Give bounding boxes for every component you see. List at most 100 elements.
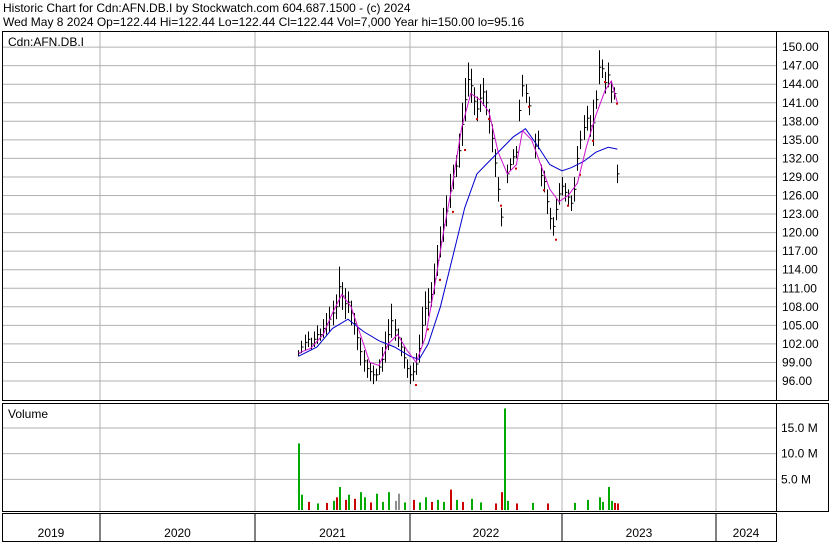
volume-bar [501, 492, 503, 510]
price-tick-label: 99.00 [782, 355, 812, 369]
price-marker [567, 204, 569, 207]
volume-bar [354, 498, 356, 510]
price-marker [488, 118, 490, 121]
volume-bar [364, 497, 366, 510]
price-marker [616, 102, 618, 105]
volume-bars [298, 408, 619, 510]
price-tick-label: 105.00 [782, 318, 819, 332]
price-marker [555, 238, 557, 241]
volume-bar [398, 493, 400, 510]
volume-tick-label: 10.0 M [781, 447, 818, 461]
volume-bar [345, 499, 347, 510]
price-marker [452, 210, 454, 213]
price-marker [439, 278, 441, 281]
price-marker [476, 118, 478, 121]
price-marker [604, 81, 606, 84]
price-tick-label: 150.00 [782, 40, 819, 54]
price-tick-label: 114.00 [782, 263, 818, 277]
volume-panel-frame [2, 403, 829, 512]
year-tick-label: 2022 [473, 526, 500, 540]
volume-bar [504, 408, 506, 510]
year-grid [99, 31, 717, 541]
price-tick-label: 111.00 [782, 281, 817, 295]
volume-panel-title: Volume [8, 407, 48, 421]
price-tick-label: 147.00 [782, 59, 819, 73]
volume-bar [370, 502, 372, 510]
volume-bar [326, 502, 328, 510]
year-tick-label: 2019 [38, 526, 65, 540]
price-tick-label: 126.00 [782, 189, 819, 203]
price-marker [515, 167, 517, 170]
volume-bar [425, 497, 427, 510]
volume-tick-label: 5.0 M [781, 472, 811, 486]
volume-bar [339, 487, 341, 510]
price-marker [500, 204, 502, 207]
volume-bar [608, 487, 610, 510]
volume-bar [456, 499, 458, 510]
price-tick-label: 132.00 [782, 151, 819, 165]
volume-bar [611, 500, 613, 510]
price-tick-label: 117.00 [782, 244, 818, 258]
moving-averages [298, 79, 618, 367]
moving-average-short-line [298, 79, 618, 367]
year-tick-label: 2024 [733, 526, 760, 540]
volume-bar [388, 492, 390, 510]
volume-bar [395, 500, 397, 510]
stock-chart: 96.00 99.00 102.00 105.00 108.00 111.00 114.00… [2, 31, 829, 542]
volume-bar [360, 492, 362, 510]
volume-bar [336, 497, 338, 510]
volume-bar [382, 501, 384, 510]
volume-bar [431, 501, 433, 510]
volume-bar [301, 494, 303, 510]
volume-bar [507, 500, 509, 510]
volume-bar [308, 501, 310, 510]
volume-bar [614, 502, 616, 510]
price-marker [543, 189, 545, 192]
price-marker [592, 139, 594, 142]
volume-tick-label: 15.0 M [781, 421, 818, 435]
price-tick-label: 129.00 [782, 170, 819, 184]
volume-bar [404, 502, 406, 510]
price-tick-label: 141.00 [782, 96, 819, 110]
volume-bar [574, 502, 576, 510]
price-panel-title: Cdn:AFN.DB.I [8, 35, 84, 49]
volume-grid [2, 427, 776, 480]
price-marker [464, 149, 466, 152]
volume-bar [450, 489, 452, 510]
volume-bar [602, 501, 604, 510]
price-tick-label: 138.00 [782, 114, 819, 128]
price-tick-label: 108.00 [782, 300, 819, 314]
volume-bar [599, 497, 601, 510]
price-tick-label: 123.00 [782, 207, 819, 221]
price-tick-label: 144.00 [782, 77, 819, 91]
volume-bar [532, 502, 534, 510]
price-tick-label: 135.00 [782, 133, 819, 147]
volume-bar [317, 503, 319, 510]
volume-bar [471, 498, 473, 510]
price-marker [415, 384, 417, 386]
volume-bar [480, 502, 482, 510]
moving-average-long-line [298, 128, 618, 361]
price-tick-label: 96.00 [782, 374, 812, 388]
volume-bar [419, 502, 421, 510]
price-tick-label: 120.00 [782, 226, 819, 240]
panel-frames [2, 31, 829, 542]
volume-bar [437, 499, 439, 510]
volume-bar [462, 501, 464, 510]
price-marker [528, 105, 530, 108]
volume-bar [413, 499, 415, 510]
volume-bar [587, 499, 589, 510]
year-tick-label: 2020 [164, 526, 191, 540]
price-panel-frame [2, 31, 829, 401]
volume-bar [376, 493, 378, 510]
time-axis-frame [2, 513, 777, 542]
year-tick-label: 2023 [626, 526, 653, 540]
volume-bar [348, 494, 350, 510]
volume-bar [495, 503, 497, 510]
price-tick-label: 102.00 [782, 337, 819, 351]
volume-bar [516, 503, 518, 510]
price-bars [298, 50, 620, 385]
volume-bar [333, 500, 335, 510]
volume-bar [617, 503, 619, 510]
volume-bar [443, 501, 445, 510]
